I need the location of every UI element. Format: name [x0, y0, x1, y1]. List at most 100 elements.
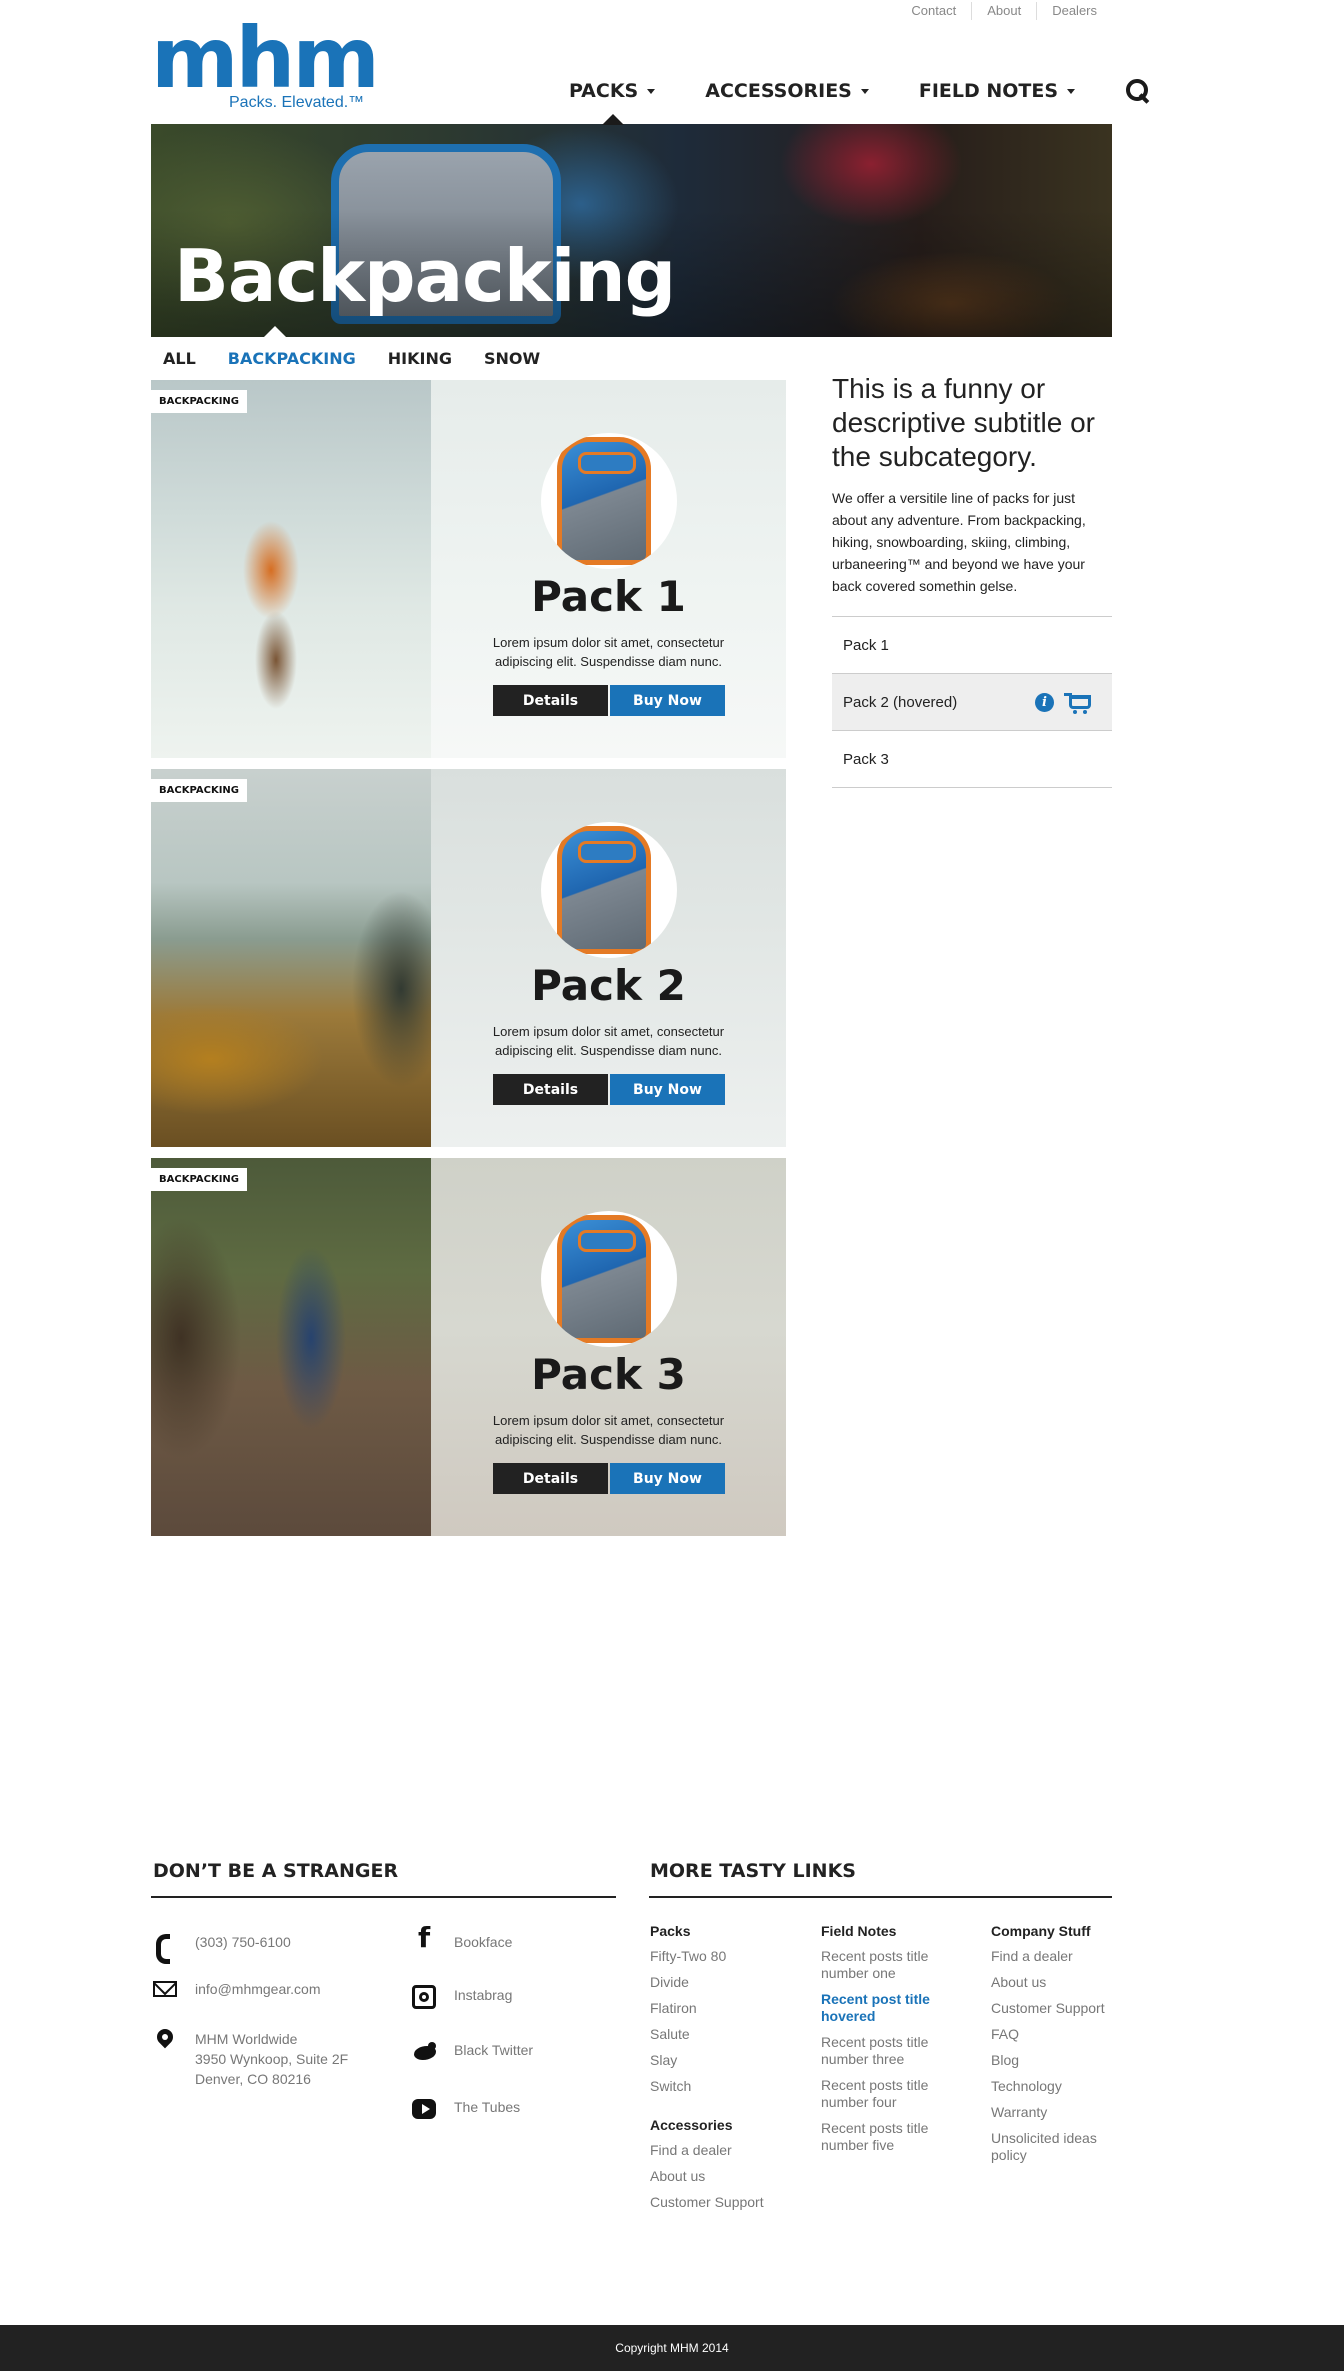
pack-list: Pack 1 Pack 2 (hovered) i Pack 3 — [832, 616, 1112, 788]
footer-link[interactable]: Flatiron — [650, 2000, 810, 2017]
footer-link[interactable]: Divide — [650, 1974, 810, 1991]
product-image[interactable] — [541, 433, 677, 569]
pack-list-item[interactable]: Pack 3 — [832, 731, 1112, 788]
product-description: Lorem ipsum dolor sit amet, consectetur … — [492, 1024, 725, 1058]
footer-link[interactable]: About us — [991, 1974, 1112, 1991]
footer-link[interactable]: Fifty-Two 80 — [650, 1948, 810, 1965]
product-lifestyle-photo — [151, 380, 431, 758]
product-name: Pack 3 — [531, 1350, 686, 1399]
product-description: Lorem ipsum dolor sit amet, consectetur … — [492, 1413, 725, 1447]
address-line: MHM Worldwide — [195, 2031, 298, 2047]
main-nav: PACKS ACCESSORIES FIELD NOTES — [569, 76, 1151, 106]
copyright-text: Copyright MHM 2014 — [615, 2341, 729, 2355]
category-badge: BACKPACKING — [151, 1168, 247, 1191]
footer-link[interactable]: Switch — [650, 2078, 810, 2095]
social-label: The Tubes — [454, 2099, 521, 2115]
nav-item-packs[interactable]: PACKS — [569, 80, 656, 102]
footer-link[interactable]: Find a dealer — [991, 1948, 1112, 1965]
logo-tagline: Packs. Elevated.™ — [229, 94, 365, 111]
backpack-icon — [557, 1215, 651, 1343]
footer-link[interactable]: Slay — [650, 2052, 810, 2069]
footer-link[interactable]: About us — [650, 2168, 810, 2185]
tab-hiking[interactable]: HIKING — [388, 349, 452, 368]
footer-link[interactable]: Recent posts title number four — [821, 2077, 951, 2111]
footer-link[interactable]: Recent posts title number five — [821, 2120, 951, 2154]
nav-item-field-notes[interactable]: FIELD NOTES — [918, 80, 1076, 102]
mail-icon — [153, 1981, 177, 1997]
footer-link[interactable]: Blog — [991, 2052, 1112, 2069]
product-name: Pack 1 — [531, 572, 686, 621]
footer-link[interactable]: Warranty — [991, 2104, 1112, 2121]
tab-backpacking[interactable]: BACKPACKING — [228, 349, 356, 368]
copyright-bar: Copyright MHM 2014 — [0, 2325, 1344, 2371]
pack-list-item[interactable]: Pack 2 (hovered) i — [832, 674, 1112, 731]
footer-link[interactable]: Unsolicited ideas policy — [991, 2130, 1112, 2164]
tab-snow[interactable]: SNOW — [484, 349, 540, 368]
links-heading: Accessories — [650, 2117, 733, 2133]
category-tabs: ALL BACKPACKING HIKING SNOW — [163, 349, 572, 368]
utility-nav: Contact About Dealers — [896, 0, 1112, 22]
details-button[interactable]: Details — [493, 1074, 608, 1105]
footer-link[interactable]: FAQ — [991, 2026, 1112, 2043]
backpack-icon — [557, 826, 651, 954]
nav-item-label: PACKS — [569, 80, 639, 102]
footer-link[interactable]: Customer Support — [650, 2194, 810, 2211]
subtab-active-pointer — [264, 326, 286, 337]
cart-icon[interactable] — [1064, 693, 1091, 714]
details-button[interactable]: Details — [493, 685, 608, 716]
buy-now-button[interactable]: Buy Now — [610, 1463, 725, 1494]
utility-link-contact[interactable]: Contact — [896, 2, 971, 20]
utility-link-dealers[interactable]: Dealers — [1036, 2, 1112, 20]
utility-link-about[interactable]: About — [971, 2, 1036, 20]
footer-link[interactable]: Customer Support — [991, 2000, 1112, 2017]
footer-link[interactable]: Recent posts title number three — [821, 2034, 951, 2068]
buy-now-button[interactable]: Buy Now — [610, 685, 725, 716]
logo-wordmark: mhm — [151, 9, 380, 107]
social-youtube[interactable]: The Tubes — [412, 2097, 521, 2119]
nav-item-accessories[interactable]: ACCESSORIES — [705, 80, 869, 102]
buy-now-button[interactable]: Buy Now — [610, 1074, 725, 1105]
product-panel: Pack 2 Lorem ipsum dolor sit amet, conse… — [431, 769, 786, 1147]
contact-address: MHM Worldwide 3950 Wynkoop, Suite 2F Den… — [153, 2029, 348, 2089]
product-name: Pack 2 — [531, 961, 686, 1010]
social-facebook[interactable]: Bookface — [412, 1928, 513, 1956]
product-image[interactable] — [541, 822, 677, 958]
address-line: Denver, CO 80216 — [195, 2071, 311, 2087]
info-icon[interactable]: i — [1035, 693, 1054, 712]
tab-all[interactable]: ALL — [163, 349, 196, 368]
product-description: Lorem ipsum dolor sit amet, consectetur … — [492, 635, 725, 669]
address-block: MHM Worldwide 3950 Wynkoop, Suite 2F Den… — [195, 2029, 348, 2089]
map-pin-icon — [153, 2029, 177, 2053]
social-instagram[interactable]: Instabrag — [412, 1985, 512, 2009]
contact-email[interactable]: info@mhmgear.com — [153, 1979, 320, 1999]
product-card: Pack 1 Lorem ipsum dolor sit amet, conse… — [151, 380, 786, 758]
details-button[interactable]: Details — [493, 1463, 608, 1494]
social-label: Black Twitter — [454, 2042, 534, 2058]
phone-icon — [153, 1932, 177, 1964]
footer-link[interactable]: Technology — [991, 2078, 1112, 2095]
contact-email-text: info@mhmgear.com — [195, 1981, 321, 1997]
category-badge: BACKPACKING — [151, 779, 247, 802]
footer-link[interactable]: Salute — [650, 2026, 810, 2043]
footer-link[interactable]: Find a dealer — [650, 2142, 810, 2159]
product-image[interactable] — [541, 1211, 677, 1347]
pack-list-item[interactable]: Pack 1 — [832, 617, 1112, 674]
caret-down-icon — [647, 88, 656, 94]
footer-link[interactable]: Recent posts title number one — [821, 1948, 951, 1982]
footer-divider — [649, 1896, 1112, 1898]
social-label: Bookface — [454, 1934, 513, 1950]
logo[interactable]: mhm Packs. Elevated.™ — [151, 9, 380, 114]
nav-item-label: FIELD NOTES — [918, 80, 1059, 102]
address-line: 3950 Wynkoop, Suite 2F — [195, 2051, 349, 2067]
instagram-icon — [412, 1985, 436, 2009]
search-icon[interactable] — [1125, 78, 1151, 104]
category-description: We offer a versitile line of packs for j… — [832, 490, 1086, 594]
contact-phone[interactable]: (303) 750-6100 — [153, 1932, 291, 1964]
footer-link-hovered[interactable]: Recent post title hovered — [821, 1991, 951, 2025]
links-heading: Field Notes — [821, 1923, 897, 1939]
twitter-icon — [412, 2040, 436, 2064]
links-heading: Packs — [650, 1923, 691, 1939]
backpack-icon — [557, 437, 651, 565]
category-sidebar: This is a funny or descriptive subtitle … — [832, 372, 1112, 788]
social-twitter[interactable]: Black Twitter — [412, 2040, 533, 2064]
